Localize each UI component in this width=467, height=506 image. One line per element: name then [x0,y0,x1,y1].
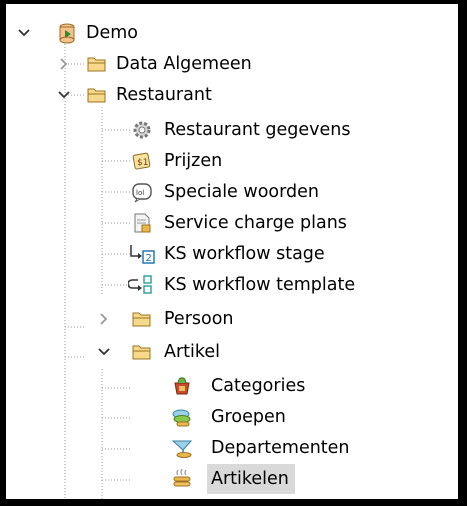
tree-node-label: KS workflow template [164,275,356,295]
workflow-stage-icon: 2 [128,243,156,265]
tree-node-label: Prijzen [164,151,223,171]
tree-node-label: Speciale woorden [164,182,319,202]
price-tag-icon: $1 [131,150,153,172]
database-icon [56,22,78,44]
tree-node-label: Demo [86,23,138,43]
chevron-down-icon[interactable] [96,344,112,360]
tree-node-label: Categories [211,376,306,396]
tree-panel: Demo Data Algemeen Restaurant Restaurant… [6,4,458,499]
tree-node-label: Restaurant [116,85,212,105]
chevron-down-icon[interactable] [56,87,72,103]
tree-node-label: Departementen [211,438,350,458]
chevron-right-icon[interactable] [56,56,72,72]
tree-node-label: Restaurant gegevens [164,120,351,140]
workflow-template-icon [128,274,156,296]
gear-icon [131,119,153,141]
folder-icon [86,53,108,75]
special-words-icon: lol [131,181,153,203]
chevron-down-icon[interactable] [16,25,32,41]
folder-icon [86,84,108,106]
folder-icon [131,341,153,363]
chevron-right-icon[interactable] [96,311,112,327]
tree-node-label: Groepen [211,407,286,427]
tree-node-label: Artikel [164,342,221,362]
service-charge-document-icon [131,212,153,234]
workflow-stage-badge: 2 [146,253,152,264]
departments-icon [171,437,193,459]
svg-text:lol: lol [136,189,144,197]
tree-node-label: Data Algemeen [116,54,252,74]
articles-icon [171,468,193,490]
tree-node-label: Persoon [164,309,234,329]
tree-node-label-selected: Artikelen [207,464,295,494]
tree-node-label: KS workflow stage [164,244,325,264]
folder-icon [131,308,153,330]
groups-icon [171,406,193,428]
categories-icon [171,375,193,397]
tree-node-label: Service charge plans [164,213,347,233]
svg-text:$1: $1 [137,158,148,168]
